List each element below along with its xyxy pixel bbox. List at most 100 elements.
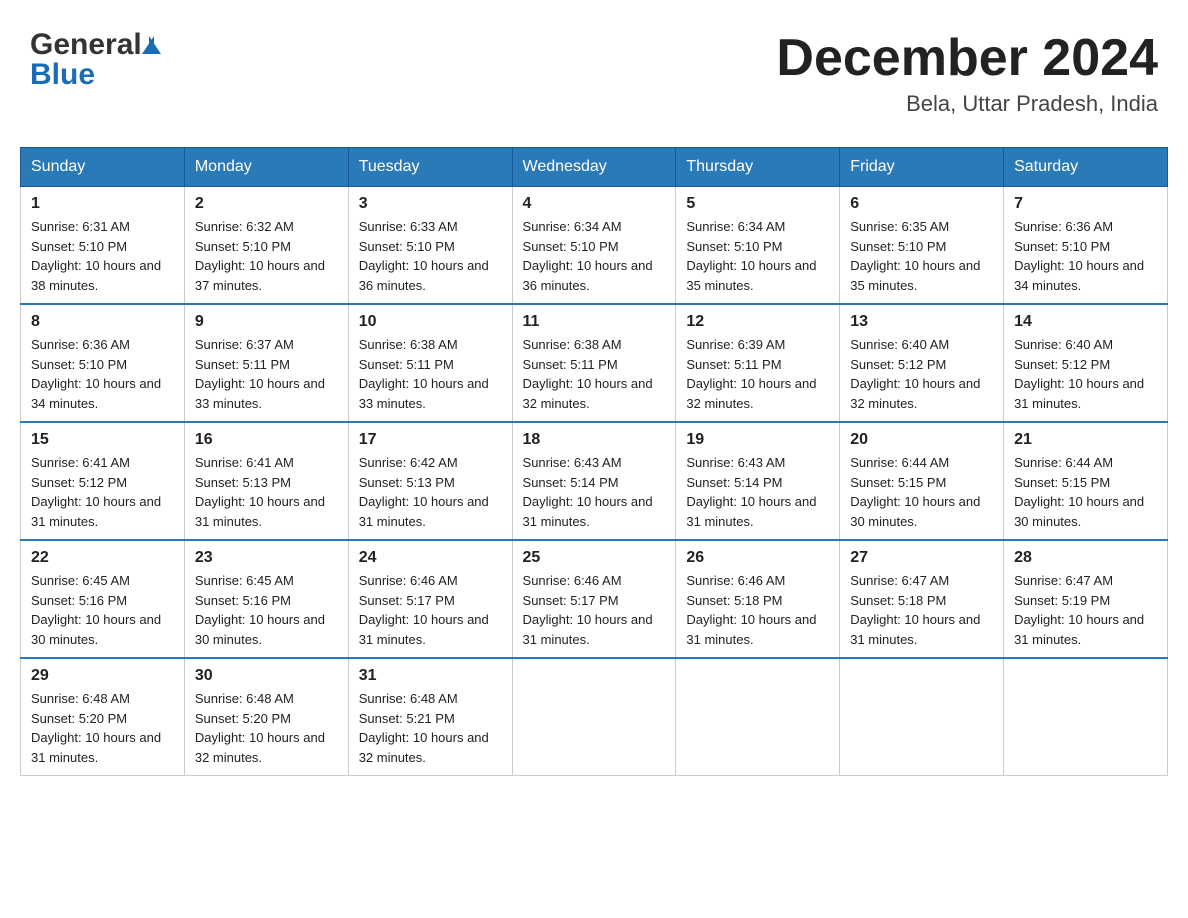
logo-blue: Blue xyxy=(30,60,161,90)
sunset-label: Sunset: 5:12 PM xyxy=(1014,357,1110,372)
sunrise-label: Sunrise: 6:38 AM xyxy=(523,337,622,352)
day-number: 11 xyxy=(523,313,666,331)
sunrise-label: Sunrise: 6:31 AM xyxy=(31,219,130,234)
sunrise-label: Sunrise: 6:41 AM xyxy=(31,455,130,470)
sunset-label: Sunset: 5:10 PM xyxy=(686,239,782,254)
daylight-label: Daylight: 10 hours and 30 minutes. xyxy=(850,494,980,529)
header-monday: Monday xyxy=(184,148,348,187)
sunset-label: Sunset: 5:19 PM xyxy=(1014,593,1110,608)
header-saturday: Saturday xyxy=(1004,148,1168,187)
day-info: Sunrise: 6:36 AM Sunset: 5:10 PM Dayligh… xyxy=(31,335,174,413)
day-info: Sunrise: 6:44 AM Sunset: 5:15 PM Dayligh… xyxy=(1014,453,1157,531)
sunset-label: Sunset: 5:10 PM xyxy=(850,239,946,254)
day-number: 3 xyxy=(359,195,502,213)
sunrise-label: Sunrise: 6:35 AM xyxy=(850,219,949,234)
day-number: 5 xyxy=(686,195,829,213)
day-number: 31 xyxy=(359,667,502,685)
calendar-cell: 24 Sunrise: 6:46 AM Sunset: 5:17 PM Dayl… xyxy=(348,540,512,658)
daylight-label: Daylight: 10 hours and 31 minutes. xyxy=(686,612,816,647)
calendar-cell: 21 Sunrise: 6:44 AM Sunset: 5:15 PM Dayl… xyxy=(1004,422,1168,540)
day-number: 2 xyxy=(195,195,338,213)
daylight-label: Daylight: 10 hours and 34 minutes. xyxy=(1014,258,1144,293)
calendar-cell: 7 Sunrise: 6:36 AM Sunset: 5:10 PM Dayli… xyxy=(1004,187,1168,305)
day-number: 7 xyxy=(1014,195,1157,213)
day-number: 26 xyxy=(686,549,829,567)
calendar-cell: 15 Sunrise: 6:41 AM Sunset: 5:12 PM Dayl… xyxy=(21,422,185,540)
location-title: Bela, Uttar Pradesh, India xyxy=(776,91,1158,117)
sunset-label: Sunset: 5:18 PM xyxy=(686,593,782,608)
day-info: Sunrise: 6:47 AM Sunset: 5:18 PM Dayligh… xyxy=(850,571,993,649)
header-sunday: Sunday xyxy=(21,148,185,187)
calendar-cell: 13 Sunrise: 6:40 AM Sunset: 5:12 PM Dayl… xyxy=(840,304,1004,422)
calendar-table: Sunday Monday Tuesday Wednesday Thursday… xyxy=(20,147,1168,776)
sunset-label: Sunset: 5:15 PM xyxy=(1014,475,1110,490)
daylight-label: Daylight: 10 hours and 31 minutes. xyxy=(1014,612,1144,647)
calendar-cell: 14 Sunrise: 6:40 AM Sunset: 5:12 PM Dayl… xyxy=(1004,304,1168,422)
daylight-label: Daylight: 10 hours and 31 minutes. xyxy=(523,494,653,529)
day-info: Sunrise: 6:36 AM Sunset: 5:10 PM Dayligh… xyxy=(1014,217,1157,295)
day-number: 4 xyxy=(523,195,666,213)
day-info: Sunrise: 6:39 AM Sunset: 5:11 PM Dayligh… xyxy=(686,335,829,413)
sunrise-label: Sunrise: 6:32 AM xyxy=(195,219,294,234)
day-number: 1 xyxy=(31,195,174,213)
daylight-label: Daylight: 10 hours and 35 minutes. xyxy=(850,258,980,293)
day-number: 21 xyxy=(1014,431,1157,449)
logo-general: General xyxy=(30,30,161,60)
sunset-label: Sunset: 5:16 PM xyxy=(195,593,291,608)
daylight-label: Daylight: 10 hours and 31 minutes. xyxy=(686,494,816,529)
day-number: 15 xyxy=(31,431,174,449)
calendar-cell: 8 Sunrise: 6:36 AM Sunset: 5:10 PM Dayli… xyxy=(21,304,185,422)
daylight-label: Daylight: 10 hours and 33 minutes. xyxy=(195,376,325,411)
page-header: General Blue December 2024 Bela, Uttar P… xyxy=(20,20,1168,127)
sunrise-label: Sunrise: 6:45 AM xyxy=(195,573,294,588)
daylight-label: Daylight: 10 hours and 30 minutes. xyxy=(31,612,161,647)
sunrise-label: Sunrise: 6:45 AM xyxy=(31,573,130,588)
calendar-cell: 3 Sunrise: 6:33 AM Sunset: 5:10 PM Dayli… xyxy=(348,187,512,305)
sunset-label: Sunset: 5:13 PM xyxy=(195,475,291,490)
calendar-cell: 4 Sunrise: 6:34 AM Sunset: 5:10 PM Dayli… xyxy=(512,187,676,305)
sunrise-label: Sunrise: 6:47 AM xyxy=(850,573,949,588)
day-info: Sunrise: 6:46 AM Sunset: 5:17 PM Dayligh… xyxy=(523,571,666,649)
day-number: 18 xyxy=(523,431,666,449)
sunrise-label: Sunrise: 6:44 AM xyxy=(850,455,949,470)
daylight-label: Daylight: 10 hours and 30 minutes. xyxy=(1014,494,1144,529)
day-number: 17 xyxy=(359,431,502,449)
day-info: Sunrise: 6:46 AM Sunset: 5:17 PM Dayligh… xyxy=(359,571,502,649)
daylight-label: Daylight: 10 hours and 30 minutes. xyxy=(195,612,325,647)
calendar-cell: 12 Sunrise: 6:39 AM Sunset: 5:11 PM Dayl… xyxy=(676,304,840,422)
day-info: Sunrise: 6:48 AM Sunset: 5:21 PM Dayligh… xyxy=(359,689,502,767)
sunrise-label: Sunrise: 6:46 AM xyxy=(523,573,622,588)
calendar-cell: 10 Sunrise: 6:38 AM Sunset: 5:11 PM Dayl… xyxy=(348,304,512,422)
logo-triangle2-icon xyxy=(149,36,161,54)
sunrise-label: Sunrise: 6:48 AM xyxy=(359,691,458,706)
daylight-label: Daylight: 10 hours and 31 minutes. xyxy=(359,612,489,647)
header-wednesday: Wednesday xyxy=(512,148,676,187)
day-number: 28 xyxy=(1014,549,1157,567)
sunset-label: Sunset: 5:11 PM xyxy=(359,357,454,372)
day-info: Sunrise: 6:34 AM Sunset: 5:10 PM Dayligh… xyxy=(686,217,829,295)
calendar-cell: 28 Sunrise: 6:47 AM Sunset: 5:19 PM Dayl… xyxy=(1004,540,1168,658)
sunset-label: Sunset: 5:10 PM xyxy=(31,239,127,254)
day-number: 30 xyxy=(195,667,338,685)
calendar-cell: 5 Sunrise: 6:34 AM Sunset: 5:10 PM Dayli… xyxy=(676,187,840,305)
daylight-label: Daylight: 10 hours and 32 minutes. xyxy=(195,730,325,765)
sunset-label: Sunset: 5:15 PM xyxy=(850,475,946,490)
header-thursday: Thursday xyxy=(676,148,840,187)
sunset-label: Sunset: 5:14 PM xyxy=(523,475,619,490)
sunrise-label: Sunrise: 6:40 AM xyxy=(1014,337,1113,352)
day-info: Sunrise: 6:38 AM Sunset: 5:11 PM Dayligh… xyxy=(523,335,666,413)
calendar-cell: 11 Sunrise: 6:38 AM Sunset: 5:11 PM Dayl… xyxy=(512,304,676,422)
day-info: Sunrise: 6:48 AM Sunset: 5:20 PM Dayligh… xyxy=(195,689,338,767)
sunrise-label: Sunrise: 6:36 AM xyxy=(1014,219,1113,234)
day-number: 23 xyxy=(195,549,338,567)
day-number: 10 xyxy=(359,313,502,331)
day-number: 13 xyxy=(850,313,993,331)
title-section: December 2024 Bela, Uttar Pradesh, India xyxy=(776,30,1158,117)
day-info: Sunrise: 6:34 AM Sunset: 5:10 PM Dayligh… xyxy=(523,217,666,295)
sunset-label: Sunset: 5:21 PM xyxy=(359,711,455,726)
calendar-header-row: Sunday Monday Tuesday Wednesday Thursday… xyxy=(21,148,1168,187)
daylight-label: Daylight: 10 hours and 38 minutes. xyxy=(31,258,161,293)
calendar-cell: 2 Sunrise: 6:32 AM Sunset: 5:10 PM Dayli… xyxy=(184,187,348,305)
calendar-cell: 18 Sunrise: 6:43 AM Sunset: 5:14 PM Dayl… xyxy=(512,422,676,540)
calendar-week-2: 8 Sunrise: 6:36 AM Sunset: 5:10 PM Dayli… xyxy=(21,304,1168,422)
